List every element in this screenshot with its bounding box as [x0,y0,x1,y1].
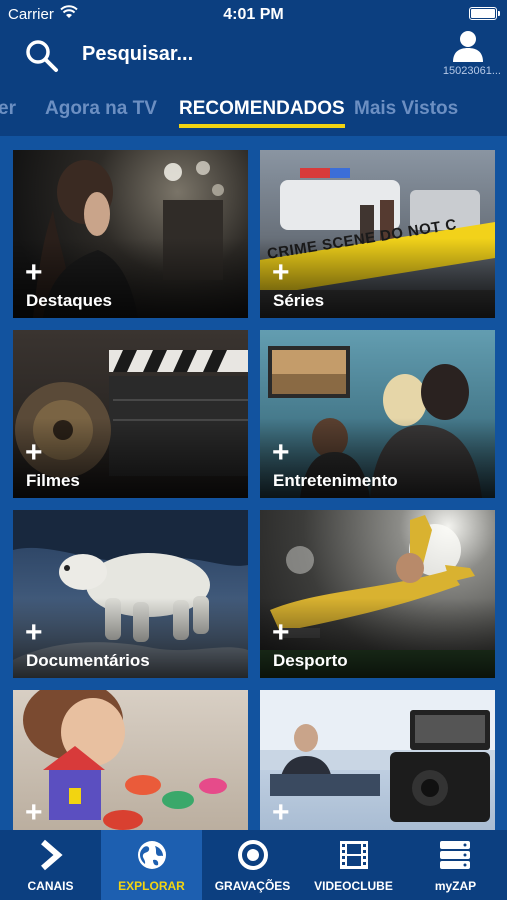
tile-label: Séries [273,291,325,310]
tile-label: Desporto [273,651,348,670]
tile-documentarios[interactable]: + Documentários [13,510,248,678]
user-id-label: 15023061... [442,65,501,77]
plus-icon: + [272,796,290,829]
tab-recomendados[interactable]: RECOMENDADOS [179,98,345,128]
plus-icon: + [25,796,43,829]
bottom-nav: CANAIS EXPLORAR GRAVAÇÕES VIDEOCLUBE myZ… [0,830,507,900]
nav-gravacoes[interactable]: GRAVAÇÕES [202,830,303,900]
clock: 4:01 PM [223,6,284,23]
category-tabs: er Agora na TV RECOMENDADOS Mais Vistos [0,84,507,136]
nav-label: CANAIS [27,879,74,893]
globe-icon [138,841,166,869]
search-input[interactable]: Pesquisar... [82,43,193,66]
nav-myzap[interactable]: myZAP [404,830,507,900]
plus-icon: + [272,616,290,649]
tile-series[interactable]: CRIME SCENE DO NOT C + Séries [260,150,495,318]
tile-label: Filmes [26,471,80,490]
tile-desporto[interactable]: + Desporto [260,510,495,678]
app-screen: Carrier 4:01 PM Pesquisar... 15023061...… [0,0,507,900]
plus-icon: + [272,436,290,469]
nav-label: myZAP [434,879,477,893]
tab-agora-na-tv[interactable]: Agora na TV [45,98,157,120]
nav-canais[interactable]: CANAIS [0,830,101,900]
search-icon[interactable] [22,36,62,76]
nav-explorar[interactable]: EXPLORAR [101,830,202,900]
nav-label: GRAVAÇÕES [214,879,291,893]
nav-label: EXPLORAR [118,879,185,893]
tile-destaques[interactable]: + Destaques [13,150,248,318]
plus-icon: + [25,256,43,289]
battery-icon [469,7,500,20]
top-header: Pesquisar... 15023061... [0,28,507,84]
tile-label: Entretenimento [273,471,398,490]
plus-icon: + [25,616,43,649]
chevron-right-icon [41,839,63,871]
tile-label: Destaques [26,291,112,310]
nav-videoclube[interactable]: VIDEOCLUBE [303,830,404,900]
tab-partial[interactable]: er [0,98,16,120]
status-bar: Carrier 4:01 PM [0,0,507,28]
plus-icon: + [272,256,290,289]
tile-label: Documentários [26,651,150,670]
stack-icon [440,841,470,869]
user-icon[interactable] [451,28,485,64]
plus-icon: + [25,436,43,469]
tab-mais-vistos[interactable]: Mais Vistos [354,98,458,120]
tile-entretenimento[interactable]: + Entretenimento [260,330,495,498]
film-strip-icon [340,841,368,869]
nav-label: VIDEOCLUBE [314,879,393,893]
tile-filmes[interactable]: + Filmes [13,330,248,498]
record-icon [238,840,268,870]
